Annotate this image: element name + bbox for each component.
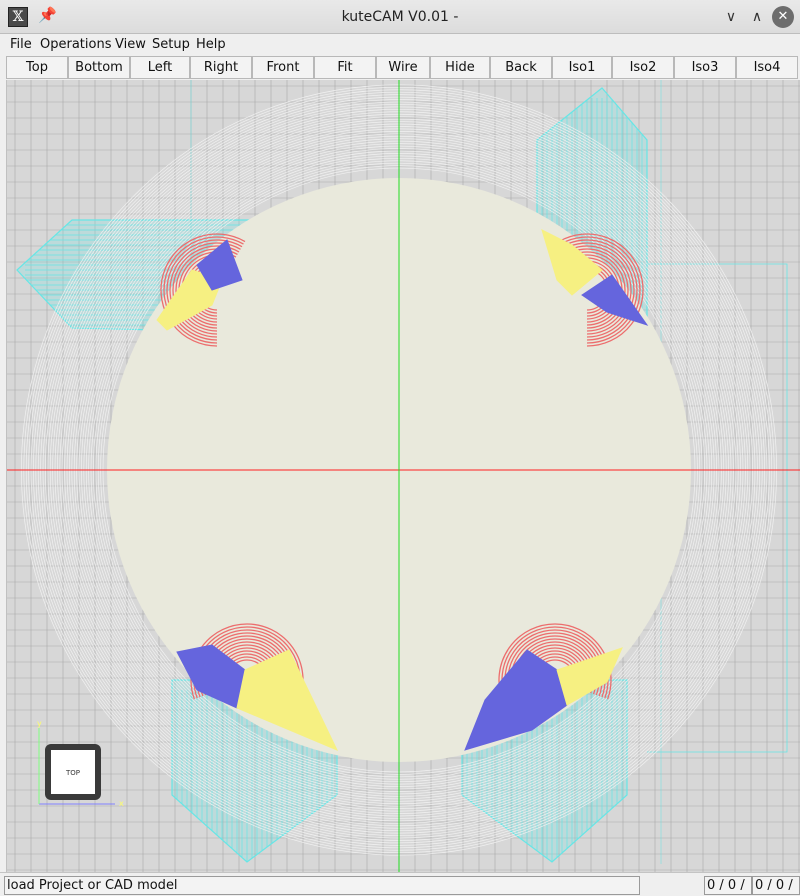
- iso2-view-button[interactable]: Iso2: [612, 56, 674, 79]
- menu-operations[interactable]: Operations: [40, 37, 111, 52]
- menu-help[interactable]: Help: [196, 37, 226, 52]
- app-window: 𝕏 📌 kuteCAM V0.01 - ∨ ∧ ✕ File Operation…: [0, 0, 800, 896]
- top-view-button[interactable]: Top: [6, 56, 68, 79]
- cube-x-label: x: [119, 799, 124, 808]
- cam-scene[interactable]: TOP x y: [7, 80, 800, 872]
- iso3-view-button[interactable]: Iso3: [674, 56, 736, 79]
- minimize-button[interactable]: ∨: [720, 6, 742, 28]
- cad-viewport[interactable]: TOP x y: [6, 80, 800, 872]
- iso1-view-button[interactable]: Iso1: [552, 56, 612, 79]
- wire-button[interactable]: Wire: [376, 56, 430, 79]
- bottom-view-button[interactable]: Bottom: [68, 56, 130, 79]
- left-view-button[interactable]: Left: [130, 56, 190, 79]
- status-coordinates-b: 0 / 0 / 0: [752, 876, 800, 896]
- status-bar: load Project or CAD model 0 / 0 / 0 0 / …: [0, 872, 800, 896]
- menu-bar: File Operations View Setup Help: [0, 34, 800, 56]
- title-bar[interactable]: 𝕏 📌 kuteCAM V0.01 - ∨ ∧ ✕: [0, 0, 800, 34]
- back-view-button[interactable]: Back: [490, 56, 552, 79]
- hide-button[interactable]: Hide: [430, 56, 490, 79]
- fit-view-button[interactable]: Fit: [314, 56, 376, 79]
- cube-y-label: y: [37, 719, 42, 728]
- view-cube-label: TOP: [65, 769, 80, 777]
- menu-file[interactable]: File: [10, 37, 32, 52]
- right-view-button[interactable]: Right: [190, 56, 252, 79]
- window-title: kuteCAM V0.01 -: [341, 9, 459, 25]
- menu-setup[interactable]: Setup: [152, 37, 190, 52]
- view-toolbar: Top Bottom Left Right Front Fit Wire Hid…: [4, 56, 800, 79]
- status-message: load Project or CAD model: [4, 876, 640, 895]
- close-button[interactable]: ✕: [772, 6, 794, 28]
- status-coordinates-a: 0 / 0 / 0: [704, 876, 752, 896]
- maximize-button[interactable]: ∧: [746, 6, 768, 28]
- iso4-view-button[interactable]: Iso4: [736, 56, 798, 79]
- menu-view[interactable]: View: [115, 37, 146, 52]
- front-view-button[interactable]: Front: [252, 56, 314, 79]
